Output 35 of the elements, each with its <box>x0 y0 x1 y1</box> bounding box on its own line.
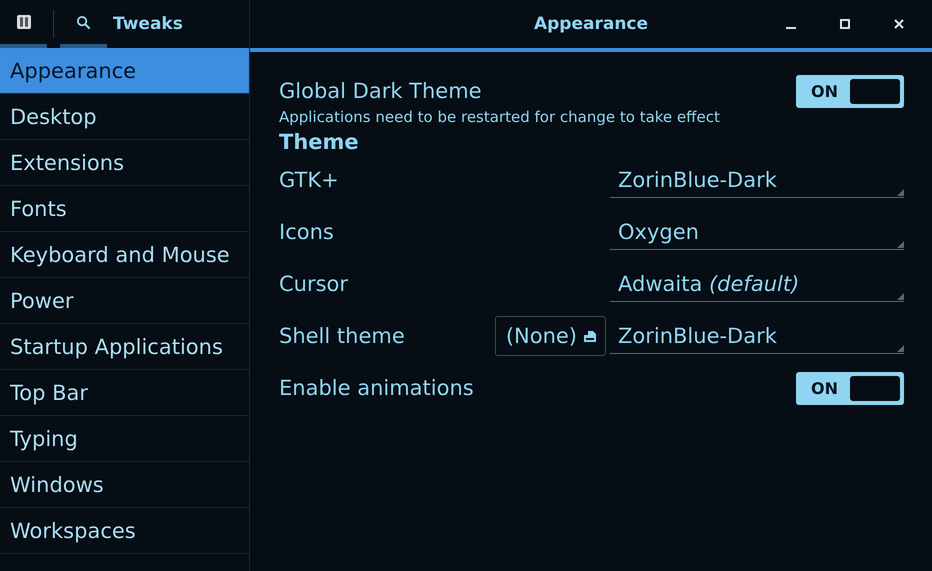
corner-triangle-icon <box>897 241 904 248</box>
sidebar-item[interactable]: Fonts <box>0 186 249 232</box>
sidebar-item[interactable]: Windows <box>0 462 249 508</box>
toggle-switch[interactable]: ON <box>796 372 904 404</box>
dropdown[interactable]: ZorinBlue-Dark <box>610 162 904 198</box>
setting-label: Icons <box>279 220 335 244</box>
setting-label: Enable animations <box>279 376 475 400</box>
page-title: Appearance <box>532 14 650 34</box>
setting-label: Shell theme <box>279 324 406 348</box>
section-heading: Theme <box>279 130 360 154</box>
dropdown[interactable]: Oxygen <box>610 214 904 250</box>
sidebar-item[interactable]: Typing <box>0 416 249 462</box>
search-icon <box>76 14 91 30</box>
sidebar-item[interactable]: Desktop <box>0 94 249 140</box>
setting-note: Applications need to be restarted for change to take effect <box>279 108 721 126</box>
sidebar-item[interactable]: Keyboard and Mouse <box>0 232 249 278</box>
sidebar-item[interactable]: Appearance <box>0 48 249 94</box>
setting-label: Cursor <box>279 272 350 296</box>
file-chooser-button[interactable]: (None) <box>494 316 606 356</box>
dropdown[interactable]: Adwaita (default) <box>610 266 904 302</box>
sidebar-item[interactable]: Workspaces <box>0 508 249 554</box>
setting-label: GTK+ <box>279 168 340 192</box>
app-title: Tweaks <box>113 14 183 34</box>
file-icon <box>583 329 597 343</box>
sidebar-item[interactable]: Top Bar <box>0 370 249 416</box>
sidebar-item[interactable]: Power <box>0 278 249 324</box>
setting-label: Global Dark Theme <box>279 79 483 103</box>
dropdown[interactable]: ZorinBlue-Dark <box>610 318 904 354</box>
sidebar-item[interactable]: Extensions <box>0 140 249 186</box>
toggle-switch[interactable]: ON <box>796 74 904 108</box>
corner-triangle-icon <box>897 345 904 352</box>
sidebar-item[interactable]: Startup Applications <box>0 324 249 370</box>
corner-triangle-icon <box>897 293 904 300</box>
switches-icon <box>16 14 32 30</box>
corner-triangle-icon <box>897 189 904 196</box>
